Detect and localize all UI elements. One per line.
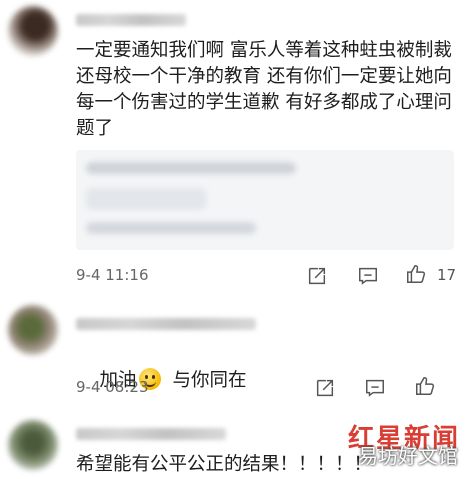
comment-time: 9-4 11:16: [76, 266, 149, 284]
like-count: 17: [437, 266, 457, 284]
comment-text-part: 与你同在: [172, 370, 247, 391]
username[interactable]: [76, 318, 256, 330]
avatar[interactable]: [8, 305, 58, 355]
avatar[interactable]: [8, 420, 58, 470]
share-icon[interactable]: [306, 265, 332, 289]
comment-icon[interactable]: [357, 265, 383, 289]
avatar[interactable]: [8, 6, 58, 56]
comment-time: 9-4 08:23: [76, 378, 149, 396]
thumbs-up-icon[interactable]: [414, 375, 440, 399]
comment-item: 一定要通知我们啊 富乐人等着这种蛀虫被制裁 还母校一个干净的教育 还有你们一定要…: [0, 0, 468, 300]
share-icon[interactable]: [314, 377, 340, 401]
comment-item: 加油 与你同在 9-4 08:23: [0, 300, 468, 412]
thumbs-up-icon[interactable]: [405, 263, 431, 287]
watermark-caption: 易坊好文馆: [358, 444, 458, 468]
watermark: 红星新闻 易坊好文馆: [342, 418, 460, 474]
comment-text: 一定要通知我们啊 富乐人等着这种蛀虫被制裁 还母校一个干净的教育 还有你们一定要…: [76, 40, 458, 139]
quoted-post-card[interactable]: [76, 150, 454, 250]
username[interactable]: [76, 428, 226, 440]
username[interactable]: [76, 14, 186, 26]
comment-icon[interactable]: [364, 377, 390, 401]
